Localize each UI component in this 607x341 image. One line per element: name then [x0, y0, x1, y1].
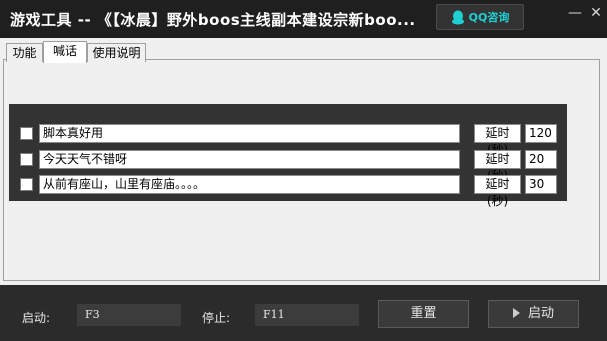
reset-button[interactable]: 重置	[378, 300, 469, 328]
tab-shout[interactable]: 喊话	[43, 41, 87, 63]
message-row: 从前有座山，山里有座庙。。。。 延时(秒) 30	[9, 174, 567, 208]
message-checkbox[interactable]	[20, 153, 33, 166]
delay-seconds-field[interactable]: 30	[525, 175, 557, 194]
delay-label: 延时(秒)	[474, 175, 521, 208]
tab-instructions[interactable]: 使用说明	[87, 43, 146, 62]
message-text-field[interactable]: 今天天气不错呀	[39, 150, 460, 169]
play-icon	[512, 307, 520, 318]
message-checkbox[interactable]	[20, 127, 33, 140]
window-title: 游戏工具 -- 《【冰晨】野外boos主线副本建设宗新boo...	[10, 11, 416, 29]
delay-seconds-field[interactable]: 120	[525, 124, 557, 143]
qq-penguin-icon	[451, 10, 464, 24]
launch-button-label: 启动	[527, 306, 554, 321]
launch-button[interactable]: 启动	[488, 300, 579, 328]
title-bar: 游戏工具 -- 《【冰晨】野外boos主线副本建设宗新boo... QQ咨询 —…	[0, 0, 607, 38]
start-hotkey-label: 启动:	[22, 311, 51, 325]
message-text-field[interactable]: 脚本真好用	[39, 124, 460, 143]
delay-label: 延时(秒)	[474, 150, 521, 183]
start-hotkey-field[interactable]: F3	[77, 304, 181, 326]
message-text-field[interactable]: 从前有座山，山里有座庙。。。。	[39, 175, 460, 194]
tab-features[interactable]: 功能	[6, 43, 43, 62]
message-checkbox[interactable]	[20, 178, 33, 191]
stop-hotkey-label: 停止:	[202, 311, 231, 325]
close-button[interactable]: ✕	[584, 2, 607, 24]
qq-consult-button[interactable]: QQ咨询	[436, 4, 524, 30]
delay-seconds-field[interactable]: 20	[525, 150, 557, 169]
stop-hotkey-field[interactable]: F11	[255, 304, 359, 326]
reset-button-label: 重置	[410, 306, 437, 321]
message-row: 脚本真好用 延时(秒) 120	[9, 123, 567, 157]
qq-button-label: QQ咨询	[468, 11, 510, 24]
message-list: 脚本真好用 延时(秒) 120 今天天气不错呀 延时(秒) 20 从前有座山，山…	[9, 104, 567, 208]
delay-label: 延时(秒)	[474, 124, 521, 157]
message-row: 今天天气不错呀 延时(秒) 20	[9, 149, 567, 183]
